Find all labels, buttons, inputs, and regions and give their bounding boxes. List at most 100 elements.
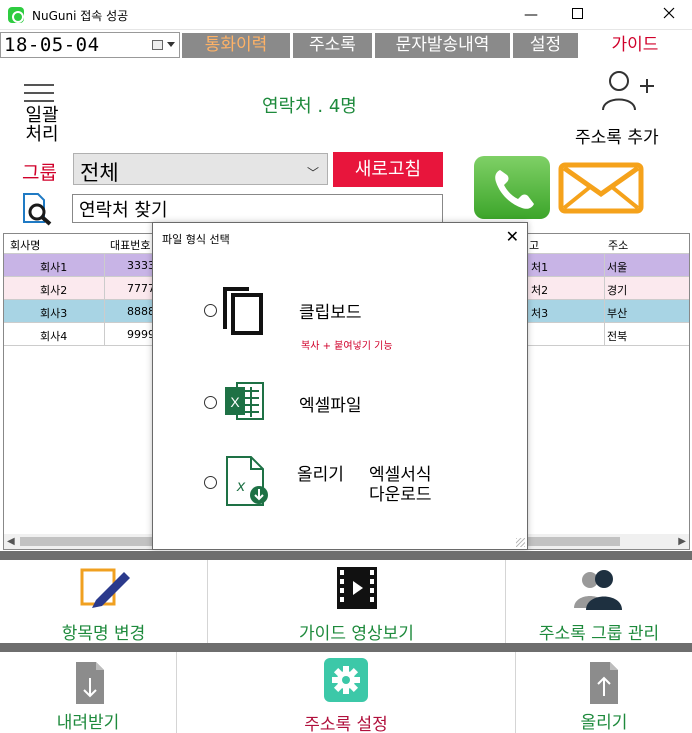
tab-guide[interactable]: 가이드 (582, 33, 688, 58)
rename-fields-label: 항목명 변경 (61, 624, 146, 644)
excel-label[interactable]: 엑셀파일 (299, 391, 362, 416)
batch-process-button[interactable]: 일괄 처리 (20, 78, 60, 146)
cell-phone: 8888 (127, 305, 155, 318)
minimize-button[interactable]: — (508, 0, 554, 30)
cell-phone: 3333 (127, 259, 155, 272)
date-picker[interactable]: 18-05-04 (0, 32, 180, 58)
dialog-close-button[interactable]: ✕ (506, 227, 519, 246)
upload-label[interactable]: 올리기 (297, 460, 344, 485)
phone-icon (495, 170, 534, 209)
app-icon (8, 7, 24, 23)
header-company[interactable]: 회사명 (10, 237, 40, 253)
column-divider (104, 254, 105, 277)
tab-settings[interactable]: 설정 (513, 33, 578, 58)
bottom-separator-top (0, 551, 692, 560)
column-divider (104, 323, 105, 346)
cell-company: 회사1 (40, 261, 68, 274)
upload-file-icon (590, 662, 618, 704)
excel-download-icon: x (226, 456, 268, 506)
cell-address: 서울 (607, 261, 628, 274)
download-label: 내려받기 (56, 713, 120, 733)
upload-label: 올리기 (580, 713, 628, 733)
svg-text:x: x (236, 478, 246, 495)
group-select[interactable]: 전체 ﹀ (73, 153, 328, 185)
bottom-separator-mid (0, 643, 692, 652)
title-bar: NuGuni 접속 성공 — (0, 0, 692, 30)
cell-address: 부산 (607, 307, 628, 320)
edit-icon (80, 568, 130, 608)
radio-clipboard[interactable] (204, 304, 217, 317)
call-button[interactable] (474, 156, 550, 219)
add-user-icon (602, 71, 654, 111)
close-button[interactable] (646, 0, 692, 30)
clipboard-label[interactable]: 클립보드 (299, 298, 362, 323)
clipboard-sub-label: 복사 + 붙여넣기 기능 (301, 341, 393, 352)
column-divider (604, 323, 605, 346)
maximize-button[interactable] (554, 0, 600, 30)
header-name[interactable]: 고 (529, 237, 539, 253)
tab-address-book[interactable]: 주소록 (293, 33, 372, 58)
cell-name: 처1 (531, 261, 549, 274)
cell-address: 경기 (607, 284, 628, 297)
add-contact-button[interactable]: 주소록 추가 (572, 70, 682, 148)
column-divider (604, 300, 605, 323)
cell-name: 처2 (531, 284, 549, 297)
search-input[interactable] (72, 194, 443, 223)
chevron-down-icon: ﹀ (306, 166, 319, 180)
maximize-icon (571, 8, 583, 19)
column-divider (104, 300, 105, 323)
gear-icon (324, 658, 368, 702)
menu-icon (24, 84, 54, 102)
group-selected-value: 전체 (80, 161, 119, 185)
svg-text:X: X (230, 394, 240, 410)
dialog-title: 파일 형식 선택 (162, 233, 230, 246)
group-label: 그룹 (22, 162, 57, 184)
close-icon (663, 7, 675, 19)
chevron-down-icon[interactable] (167, 42, 175, 47)
search-icon[interactable] (20, 192, 56, 226)
file-type-dialog: 파일 형식 선택 ✕ 클립보드 복사 + 붙여넣기 기능 X 엑셀파일 x 올리… (152, 222, 528, 550)
add-contact-label: 주소록 추가 (575, 128, 659, 148)
batch-process-label: 일괄 처리 (25, 105, 59, 145)
calendar-icon[interactable] (152, 40, 163, 50)
cell-company: 회사2 (40, 284, 68, 297)
cell-company: 회사3 (40, 307, 68, 320)
header-phone[interactable]: 대표번호 (110, 237, 150, 253)
radio-excel[interactable] (204, 396, 217, 409)
tab-call-history[interactable]: 통화이력 (182, 33, 290, 58)
scroll-left-icon[interactable]: ◀ (7, 534, 15, 549)
scroll-right-icon[interactable]: ▶ (678, 534, 686, 549)
date-value: 18-05-04 (4, 34, 100, 56)
column-divider (104, 277, 105, 300)
radio-upload-template[interactable] (204, 476, 217, 489)
cell-name: 처3 (531, 307, 549, 320)
column-divider (604, 277, 605, 300)
address-book-settings-label: 주소록 설정 (304, 715, 388, 733)
download-file-icon (76, 662, 104, 704)
message-button[interactable] (558, 162, 644, 214)
cell-address: 전북 (607, 330, 628, 343)
users-icon (574, 570, 622, 610)
rename-fields-button[interactable]: 항목명 변경 (0, 560, 207, 644)
column-divider (604, 254, 605, 277)
group-manage-button[interactable]: 주소록 그룹 관리 (506, 560, 692, 644)
window-title: NuGuni 접속 성공 (32, 9, 129, 23)
header-address[interactable]: 주소 (608, 237, 628, 253)
address-book-settings-button[interactable]: 주소록 설정 (177, 652, 515, 733)
resize-grip-icon[interactable] (516, 538, 525, 547)
cell-phone: 9999 (127, 328, 155, 341)
cell-phone: 7777 (127, 282, 155, 295)
guide-video-label: 가이드 영상보기 (299, 624, 414, 644)
upload-button[interactable]: 올리기 (516, 652, 692, 733)
cell-company: 회사4 (40, 330, 68, 343)
download-label[interactable]: 다운로드 (369, 480, 432, 505)
guide-video-button[interactable]: 가이드 영상보기 (208, 560, 505, 644)
mail-icon (558, 162, 644, 214)
download-button[interactable]: 내려받기 (0, 652, 176, 733)
clipboard-icon (223, 287, 263, 335)
excel-icon: X (225, 382, 264, 420)
tab-sms-history[interactable]: 문자발송내역 (375, 33, 510, 58)
refresh-button[interactable]: 새로고침 (333, 152, 443, 187)
group-manage-label: 주소록 그룹 관리 (538, 624, 660, 644)
video-icon (337, 567, 377, 609)
